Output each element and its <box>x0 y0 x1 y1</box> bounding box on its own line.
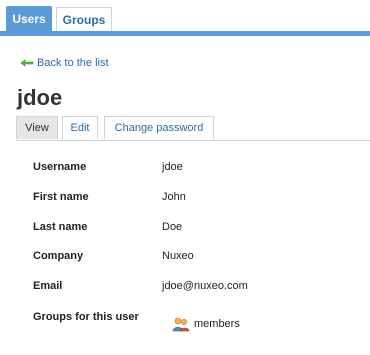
group-item-members[interactable]: members <box>172 316 240 332</box>
field-label-first-name: First name <box>33 191 89 203</box>
subtabs-divider <box>16 140 370 141</box>
field-value-email: jdoe@nuxeo.com <box>162 280 248 292</box>
field-value-last-name: Doe <box>162 221 183 233</box>
tab-users[interactable]: Users <box>6 6 52 31</box>
tab-bar <box>0 31 370 36</box>
field-label-last-name: Last name <box>33 221 88 233</box>
field-label-company: Company <box>33 250 84 262</box>
group-icon <box>172 317 190 332</box>
back-to-list-link[interactable]: Back to the list <box>20 56 109 70</box>
tab-groups[interactable]: Groups <box>56 7 112 31</box>
field-label-email: Email <box>33 280 63 292</box>
field-label-groups: Groups for this user <box>33 311 139 323</box>
field-value-username: jdoe <box>162 161 183 173</box>
back-arrow-icon <box>20 59 34 67</box>
field-value-first-name: John <box>162 191 186 203</box>
field-label-username: Username <box>33 161 87 173</box>
tab-view[interactable]: View <box>16 116 58 139</box>
field-value-company: Nuxeo <box>162 250 194 262</box>
group-name: members <box>194 318 240 330</box>
page-title: jdoe <box>17 85 63 110</box>
tab-change-password[interactable]: Change password <box>104 116 214 139</box>
top-tabs: Users Groups <box>0 0 370 36</box>
tab-edit[interactable]: Edit <box>62 116 98 139</box>
back-link-label: Back to the list <box>37 57 109 69</box>
